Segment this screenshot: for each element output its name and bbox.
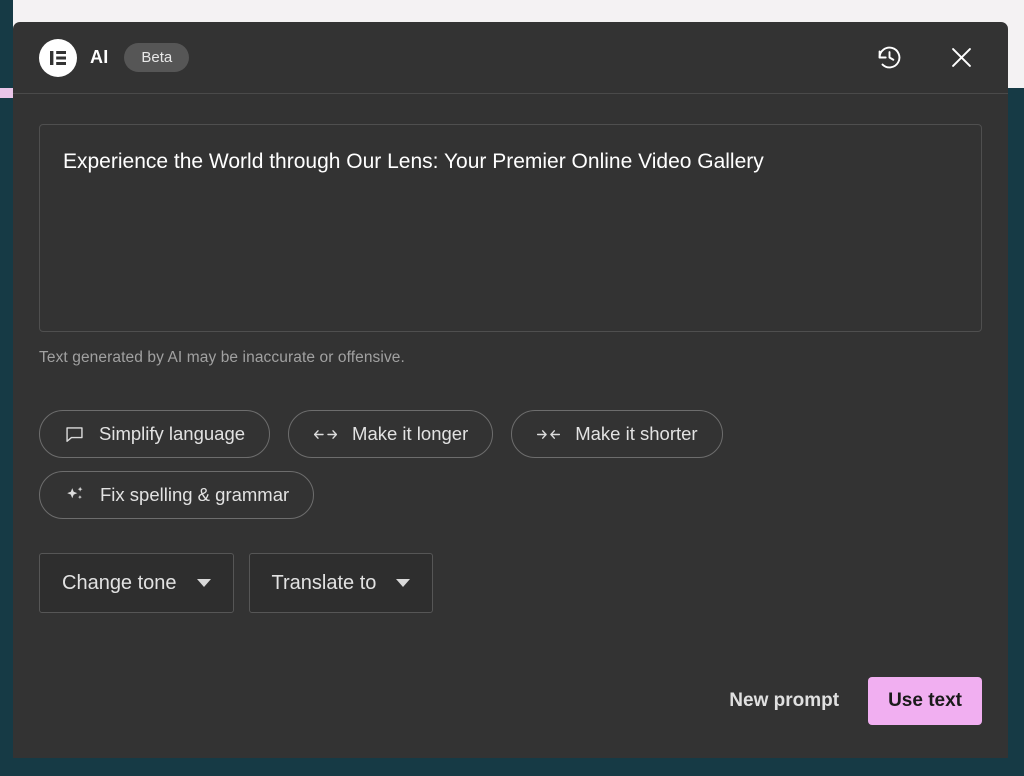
page-backdrop-left — [0, 0, 13, 776]
speech-bubble-icon — [64, 424, 85, 445]
use-text-button[interactable]: Use text — [868, 677, 982, 725]
page-backdrop-bottom — [0, 758, 1024, 776]
action-chip-label: Fix spelling & grammar — [100, 484, 290, 505]
collapse-arrows-icon — [536, 427, 561, 442]
header-actions — [874, 43, 976, 73]
ai-disclaimer: Text generated by AI may be inaccurate o… — [39, 349, 405, 366]
brand: AI Beta — [39, 38, 190, 77]
sparkles-icon — [64, 484, 86, 506]
modal-header: AI Beta — [13, 22, 1008, 94]
elementor-logo-icon — [39, 38, 77, 77]
app-title: AI — [90, 47, 109, 67]
ai-assistant-modal: AI Beta Experience the World through Our… — [13, 22, 1008, 758]
chevron-down-icon — [196, 579, 211, 587]
action-chip-label: Make it longer — [352, 423, 469, 444]
history-icon[interactable] — [874, 43, 904, 73]
new-prompt-button[interactable]: New prompt — [727, 684, 841, 718]
action-chip-row-2: Fix spelling & grammar — [39, 471, 982, 519]
expand-arrows-icon — [313, 427, 338, 442]
translate-to-dropdown[interactable]: Translate to — [248, 553, 434, 613]
make-it-longer-button[interactable]: Make it longer — [288, 410, 494, 458]
generated-text-area[interactable]: Experience the World through Our Lens: Y… — [39, 124, 982, 332]
change-tone-dropdown[interactable]: Change tone — [39, 553, 234, 613]
page-backdrop-accent-line — [0, 88, 13, 98]
page-backdrop-right — [1008, 88, 1024, 776]
make-it-shorter-button[interactable]: Make it shorter — [511, 410, 723, 458]
modal-footer: New prompt Use text — [39, 677, 982, 725]
select-group: Change tone Translate to — [39, 553, 982, 613]
action-chip-label: Simplify language — [99, 423, 246, 444]
page-backdrop-top — [0, 0, 1024, 24]
chevron-down-icon — [396, 579, 411, 587]
simplify-language-button[interactable]: Simplify language — [39, 410, 271, 458]
action-chip-row-1: Simplify language Make it longer Make it… — [39, 410, 982, 458]
fix-spelling-grammar-button[interactable]: Fix spelling & grammar — [39, 471, 315, 519]
action-chip-label: Make it shorter — [575, 423, 698, 444]
modal-body: Experience the World through Our Lens: Y… — [13, 94, 1008, 758]
select-label: Change tone — [62, 571, 177, 594]
select-label: Translate to — [271, 571, 377, 594]
action-chip-group: Simplify language Make it longer Make it… — [39, 410, 982, 519]
close-icon[interactable] — [946, 43, 976, 73]
beta-badge: Beta — [124, 43, 190, 72]
